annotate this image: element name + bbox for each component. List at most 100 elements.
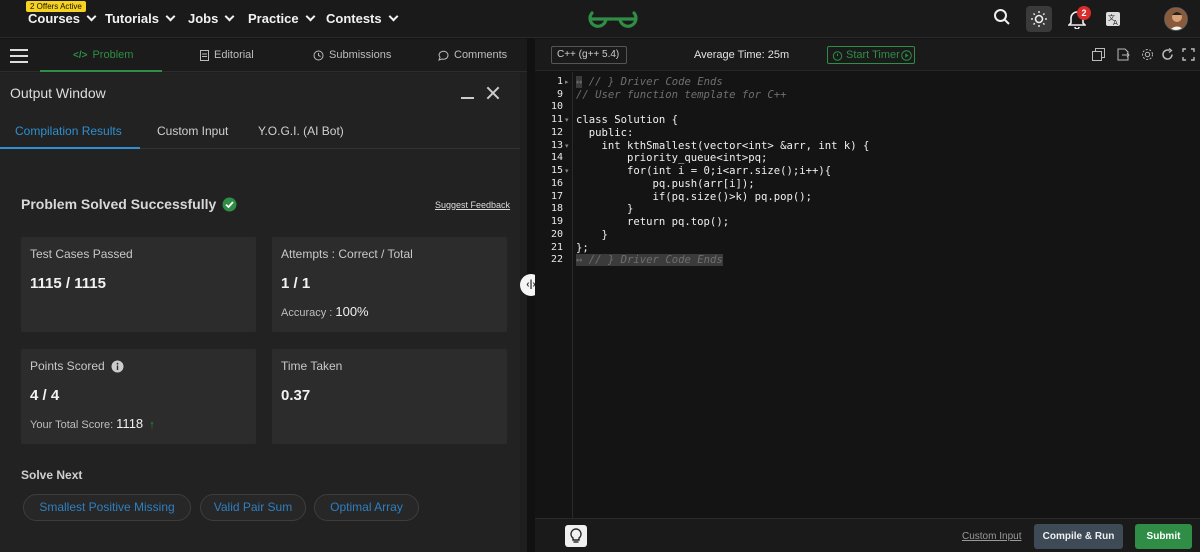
code-icon: </> [73, 49, 88, 61]
output-tabs: Compilation Results Custom Input Y.O.G.I… [0, 112, 520, 149]
nav-tutorials[interactable]: Tutorials [105, 11, 176, 26]
start-timer-button[interactable]: Start Timer [827, 46, 915, 64]
start-timer-label: Start Timer [846, 49, 900, 61]
notification-badge: 2 [1077, 6, 1091, 20]
close-icon[interactable] [486, 86, 500, 100]
info-icon[interactable] [111, 360, 124, 373]
user-avatar[interactable] [1164, 7, 1188, 31]
attempts-label: Attempts : Correct / Total [281, 247, 413, 261]
tab-submissions[interactable]: Submissions [313, 49, 391, 61]
comment-icon [438, 50, 449, 61]
code-line: priority_queue<int>pq; [576, 152, 768, 164]
code-line: pq.push(arr[i]); [576, 178, 755, 190]
code-line: class Solution { [576, 114, 679, 126]
tab-problem[interactable]: </> Problem [73, 49, 133, 61]
svg-text:A: A [1113, 19, 1118, 27]
clock-icon [313, 50, 324, 60]
solve-next-item[interactable]: Optimal Array [314, 494, 419, 521]
code-line: for(int i = 0;i<arr.size();i++){ [576, 165, 832, 177]
tab-comments[interactable]: Comments [438, 49, 507, 61]
code-line: // User function template for C++ [576, 89, 787, 101]
gfg-logo[interactable] [588, 7, 638, 31]
attempts-value: 1 / 1 [281, 275, 311, 292]
solve-next-title: Solve Next [21, 468, 83, 482]
code-line: public: [576, 127, 634, 139]
tab-compilation-results[interactable]: Compilation Results [15, 124, 122, 138]
compile-run-button[interactable]: Compile & Run [1034, 524, 1123, 549]
language-select[interactable]: C++ (g++ 5.4) [551, 46, 627, 64]
tab-yogi-ai-bot[interactable]: Y.O.G.I. (AI Bot) [258, 124, 344, 138]
points-card: Points Scored 4 / 4 Your Total Score: 111… [21, 349, 256, 444]
time-taken-value: 0.37 [281, 387, 311, 404]
editor-toolbar: C++ (g++ 5.4) Average Time: 25m Start Ti… [535, 39, 1200, 71]
arrow-up-icon: ↑ [149, 419, 155, 431]
code-line-text: // } Driver Code Ends [588, 254, 723, 266]
lightbulb-icon [570, 528, 582, 543]
avatar-image [1165, 8, 1187, 30]
result-status: Problem Solved Successfully [21, 196, 237, 212]
submit-button[interactable]: Submit [1135, 524, 1192, 549]
time-taken-card: Time Taken 0.37 [272, 349, 507, 444]
total-score-value: 1118 [116, 416, 144, 431]
suggest-feedback-link[interactable]: Suggest Feedback [435, 200, 510, 210]
solve-next-item[interactable]: Smallest Positive Missing [23, 494, 191, 521]
settings-icon[interactable] [1141, 48, 1154, 61]
average-time: Average Time: 25m [694, 49, 790, 61]
theme-toggle-button[interactable] [1026, 6, 1052, 32]
play-icon [901, 50, 912, 61]
document-icon [200, 49, 209, 61]
code-area[interactable]: ↔ // } Driver Code Ends // User function… [535, 72, 1200, 518]
chevron-down-icon [86, 11, 97, 22]
tab-custom-input[interactable]: Custom Input [157, 124, 228, 138]
menu-icon[interactable] [10, 49, 28, 67]
nav-courses[interactable]: Courses [28, 11, 97, 26]
sun-icon [1031, 11, 1047, 27]
code-line-text: // } Driver Code Ends [588, 76, 723, 88]
accuracy-value: 100% [335, 304, 369, 319]
search-icon[interactable] [993, 8, 1011, 26]
nav-jobs[interactable]: Jobs [188, 11, 235, 26]
tab-editorial[interactable]: Editorial [200, 49, 254, 61]
solve-next-item[interactable]: Valid Pair Sum [200, 494, 306, 521]
test-cases-card: Test Cases Passed 1115 / 1115 [21, 237, 256, 332]
file-export-icon[interactable] [1117, 48, 1130, 61]
nav-practice[interactable]: Practice [248, 11, 316, 26]
nav-jobs-label: Jobs [188, 11, 219, 26]
chevron-down-icon [388, 11, 399, 22]
hint-button[interactable] [565, 525, 587, 547]
code-line: } [576, 203, 634, 215]
points-label-row: Points Scored [30, 359, 124, 373]
output-window-title: Output Window [10, 85, 106, 101]
translate-icon[interactable]: 文A [1105, 11, 1121, 27]
reset-icon[interactable] [1161, 48, 1174, 61]
check-circle-icon [222, 197, 237, 211]
nav-courses-label: Courses [28, 11, 81, 26]
tab-editorial-label: Editorial [214, 49, 254, 61]
fullscreen-icon[interactable] [1182, 48, 1195, 61]
nav-contests[interactable]: Contests [326, 11, 399, 26]
attempts-card: Attempts : Correct / Total 1 / 1 Accurac… [272, 237, 507, 332]
fold-marker: ↔ [576, 76, 583, 88]
code-line: int kthSmallest(vector<int> &arr, int k)… [576, 140, 870, 152]
tab-problem-label: Problem [92, 49, 134, 61]
nav-practice-label: Practice [248, 11, 299, 26]
total-score-label: Your Total Score: [30, 419, 114, 431]
nav-contests-label: Contests [326, 11, 382, 26]
nav-tutorials-label: Tutorials [105, 11, 159, 26]
code-line: } [576, 229, 608, 241]
tab-submissions-label: Submissions [329, 49, 392, 61]
code-line: if(pq.size()>k) pq.pop(); [576, 191, 812, 203]
code-line: ↔ // } Driver Code Ends [576, 76, 723, 88]
code-editor-panel: C++ (g++ 5.4) Average Time: 25m Start Ti… [535, 39, 1200, 552]
accuracy: Accuracy :100% [281, 304, 369, 319]
chevron-down-icon [224, 11, 235, 22]
minimize-icon[interactable] [461, 83, 474, 99]
copy-icon[interactable] [1092, 48, 1105, 61]
top-navbar: 2 Offers Active Courses Tutorials Jobs P… [0, 0, 1200, 38]
chevron-down-icon [165, 11, 176, 22]
tab-comments-label: Comments [454, 49, 508, 61]
custom-input-link[interactable]: Custom Input [962, 531, 1021, 542]
active-output-tab-indicator [0, 147, 140, 149]
problem-tabbar: </> Problem Editorial Submissions Commen… [0, 39, 527, 72]
time-taken-label: Time Taken [281, 359, 343, 373]
